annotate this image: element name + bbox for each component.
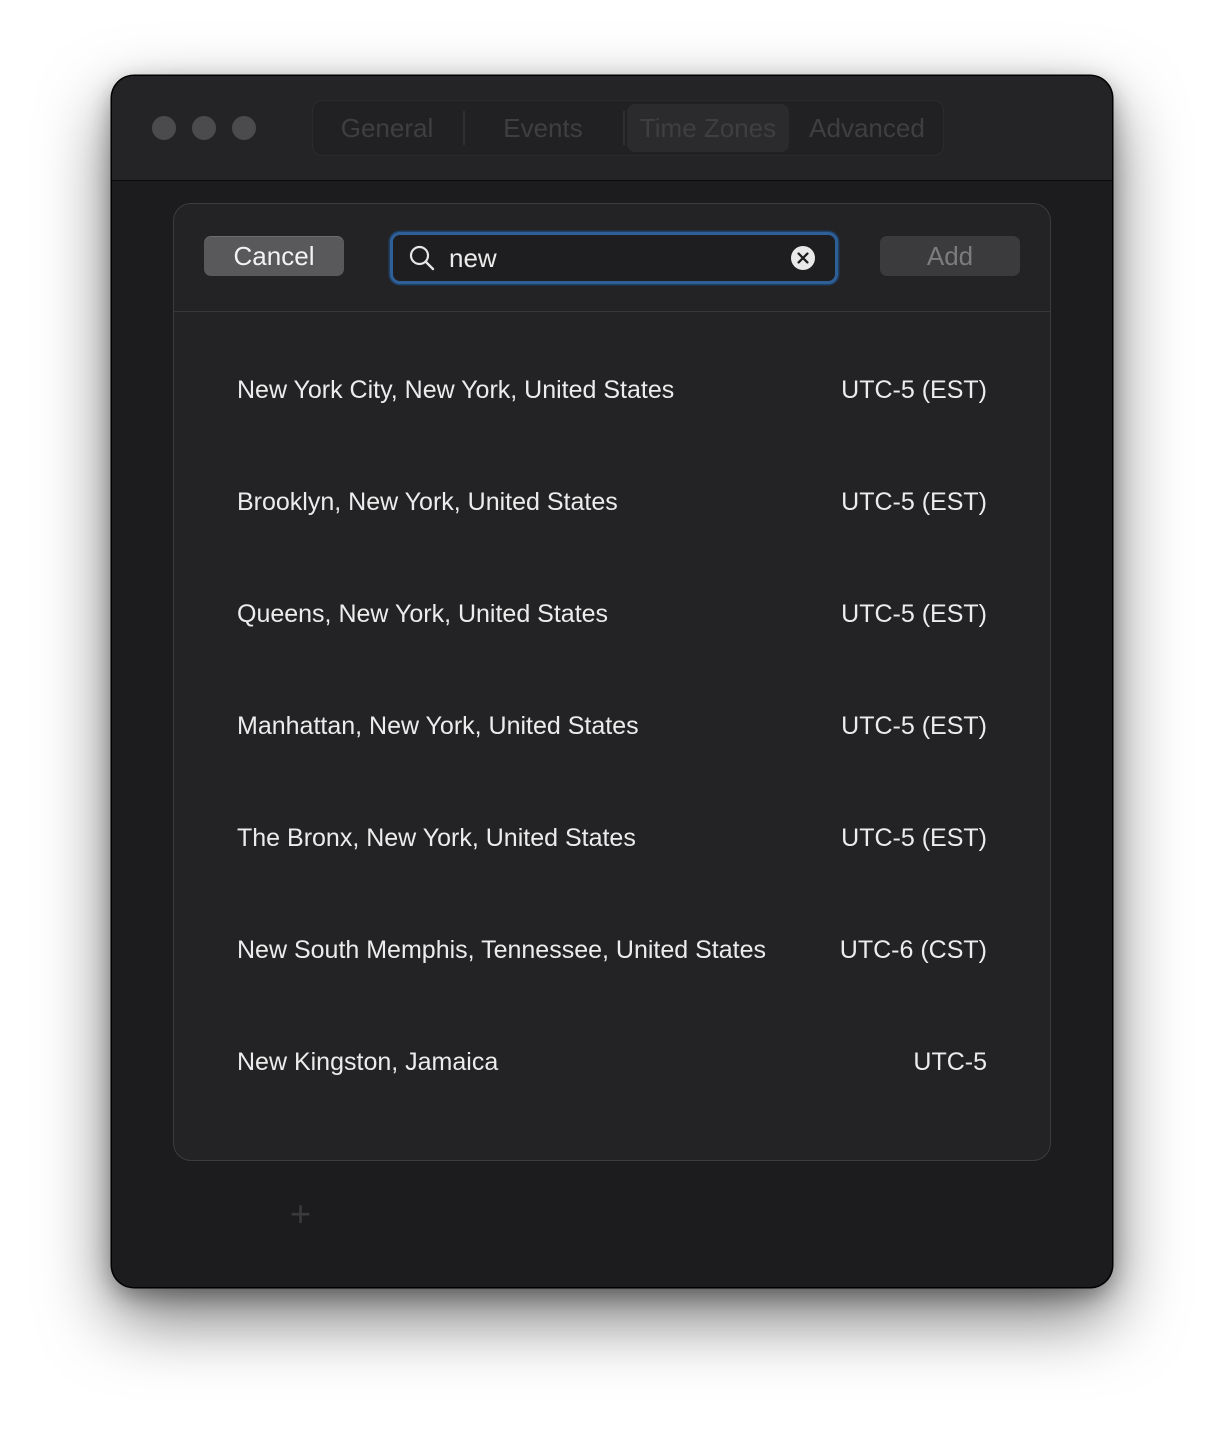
result-row[interactable]: New Kingston, Jamaica UTC-5	[174, 1006, 1050, 1118]
result-city: Brooklyn, New York, United States	[237, 488, 618, 516]
result-city: The Bronx, New York, United States	[237, 824, 636, 852]
result-row[interactable]: New South Memphis, Tennessee, United Sta…	[174, 894, 1050, 1006]
result-row[interactable]: The Bronx, New York, United States UTC-5…	[174, 782, 1050, 894]
result-city: New South Memphis, Tennessee, United Sta…	[237, 936, 766, 964]
result-row[interactable]: Brooklyn, New York, United States UTC-5 …	[174, 446, 1050, 558]
zoom-window-button[interactable]	[232, 116, 256, 140]
result-row[interactable]: Queens, New York, United States UTC-5 (E…	[174, 558, 1050, 670]
close-window-button[interactable]	[152, 116, 176, 140]
result-row[interactable]: Manhattan, New York, United States UTC-5…	[174, 670, 1050, 782]
sheet-header: Cancel Add	[174, 204, 1050, 312]
tab-bar: General Events Time Zones Advanced	[312, 100, 944, 156]
result-timezone: UTC-5 (EST)	[841, 824, 987, 852]
minimize-window-button[interactable]	[192, 116, 216, 140]
cancel-button[interactable]: Cancel	[204, 236, 344, 276]
search-field[interactable]	[390, 232, 838, 284]
result-city: New Kingston, Jamaica	[237, 1048, 499, 1076]
tab-divider	[623, 111, 625, 145]
result-timezone: UTC-5 (EST)	[841, 600, 987, 628]
add-time-zone-button[interactable]: +	[290, 1194, 311, 1234]
search-icon	[409, 245, 435, 271]
result-city: New York City, New York, United States	[237, 376, 675, 404]
search-input[interactable]	[449, 238, 769, 278]
tab-advanced[interactable]: Advanced	[791, 104, 943, 152]
tab-events[interactable]: Events	[469, 104, 617, 152]
result-city: Queens, New York, United States	[237, 600, 609, 628]
add-time-zone-sheet: Cancel Add New York City, New York, Unit…	[173, 203, 1051, 1161]
result-timezone: UTC-5 (EST)	[841, 712, 987, 740]
result-timezone: UTC-5	[913, 1048, 987, 1076]
tab-general[interactable]: General	[313, 104, 461, 152]
result-timezone: UTC-6 (CST)	[839, 936, 987, 964]
tab-divider	[463, 111, 465, 145]
result-row[interactable]: New York City, New York, United States U…	[174, 334, 1050, 446]
clear-icon[interactable]	[790, 245, 816, 271]
titlebar: General Events Time Zones Advanced	[112, 76, 1112, 181]
result-city: Manhattan, New York, United States	[237, 712, 639, 740]
result-timezone: UTC-5 (EST)	[841, 376, 987, 404]
add-button[interactable]: Add	[880, 236, 1020, 276]
tab-time-zones[interactable]: Time Zones	[627, 104, 789, 152]
result-timezone: UTC-5 (EST)	[841, 488, 987, 516]
